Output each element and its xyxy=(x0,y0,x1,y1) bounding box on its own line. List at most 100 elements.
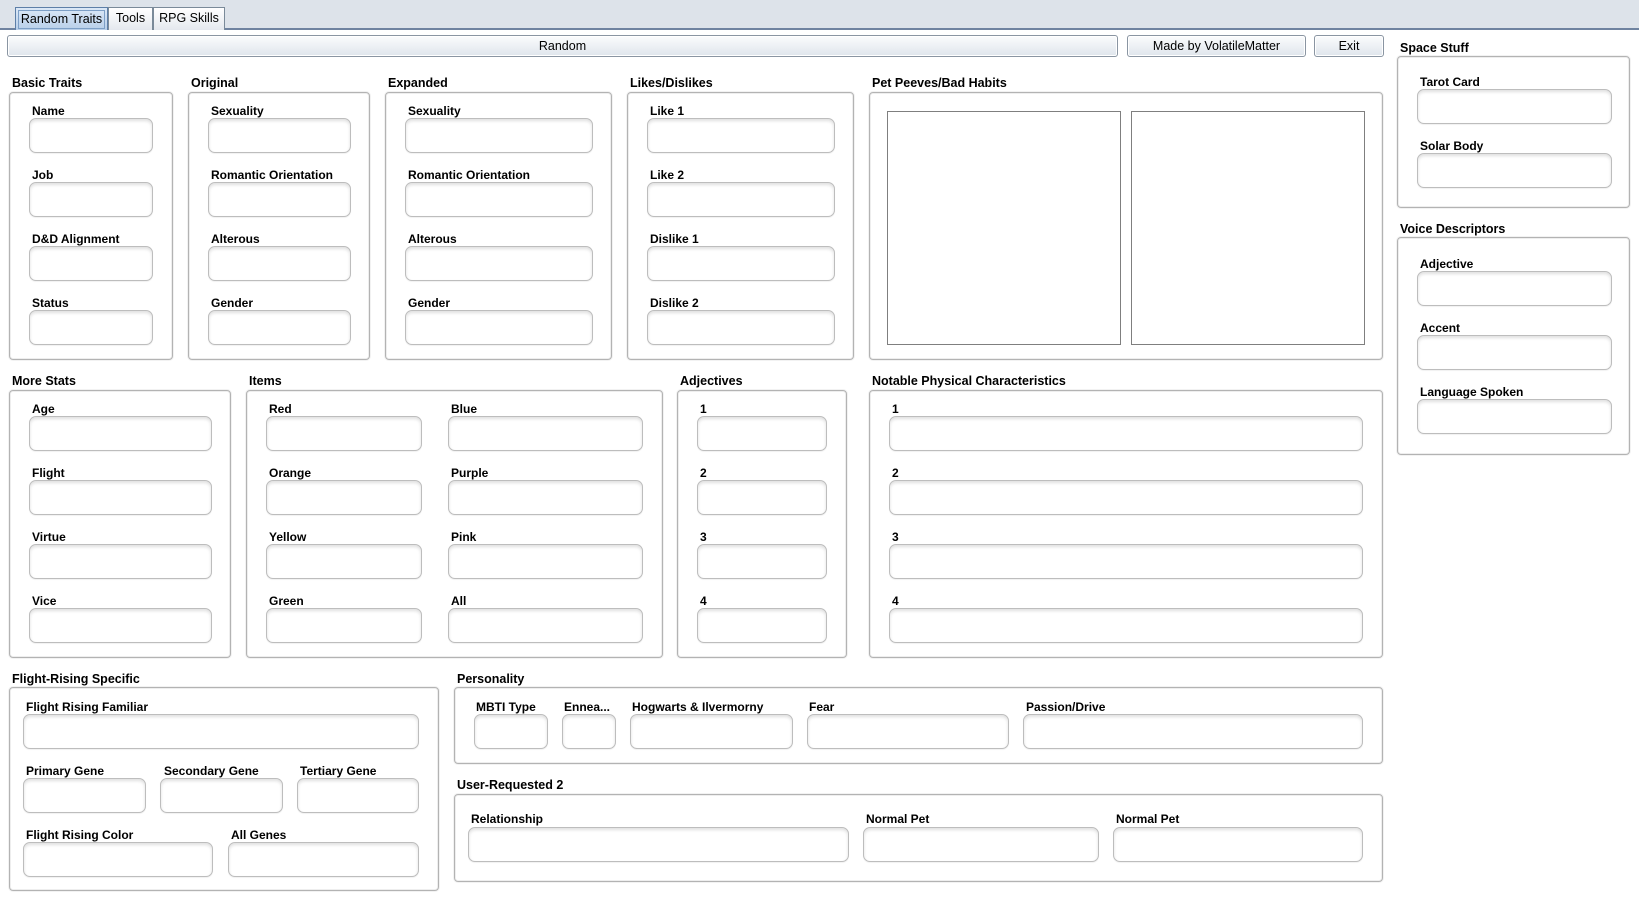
field-label-expanded-gender: Gender xyxy=(408,296,451,310)
relationship-field[interactable] xyxy=(468,827,849,862)
tarot-card-field[interactable] xyxy=(1417,89,1612,124)
field-label-tertiary-gene: Tertiary Gene xyxy=(300,764,377,778)
tertiary-gene-field[interactable] xyxy=(297,778,419,813)
green-item-field[interactable] xyxy=(266,608,422,643)
group-title-basic-traits: Basic Traits xyxy=(12,76,83,90)
passion-field[interactable] xyxy=(1023,714,1363,749)
all-genes-field[interactable] xyxy=(228,842,419,877)
tab-tools[interactable]: Tools xyxy=(108,7,153,30)
field-label-fr-familiar: Flight Rising Familiar xyxy=(26,700,149,714)
adjective-1-field[interactable] xyxy=(697,416,827,451)
field-label-original-romantic: Romantic Orientation xyxy=(211,168,334,182)
random-button[interactable]: Random xyxy=(7,35,1118,57)
original-gender-field[interactable] xyxy=(208,310,351,345)
field-label-relationship: Relationship xyxy=(471,812,544,826)
field-label-adjective-3: 3 xyxy=(700,530,707,544)
like-2-field[interactable] xyxy=(647,182,835,217)
field-label-primary-gene: Primary Gene xyxy=(26,764,105,778)
primary-gene-field[interactable] xyxy=(23,778,146,813)
group-title-items: Items xyxy=(249,374,282,388)
bad-habits-text-area[interactable] xyxy=(1131,111,1365,345)
original-romantic-field[interactable] xyxy=(208,182,351,217)
secondary-gene-field[interactable] xyxy=(160,778,283,813)
field-label-all-genes: All Genes xyxy=(231,828,287,842)
all-items-field[interactable] xyxy=(448,608,643,643)
group-title-original: Original xyxy=(191,76,239,90)
name-field[interactable] xyxy=(29,118,153,153)
adjective-4-field[interactable] xyxy=(697,608,827,643)
field-label-secondary-gene: Secondary Gene xyxy=(164,764,259,778)
adjective-3-field[interactable] xyxy=(697,544,827,579)
normal-pet-1-field[interactable] xyxy=(863,827,1099,862)
original-sexuality-field[interactable] xyxy=(208,118,351,153)
field-label-name: Name xyxy=(32,104,65,118)
field-label-job: Job xyxy=(32,168,54,182)
group-title-expanded: Expanded xyxy=(388,76,448,90)
field-label-flight: Flight xyxy=(32,466,65,480)
original-alterous-field[interactable] xyxy=(208,246,351,281)
red-item-field[interactable] xyxy=(266,416,422,451)
mbti-field[interactable] xyxy=(474,714,548,749)
field-label-tarot-card: Tarot Card xyxy=(1420,75,1480,89)
pet-peeves-text-area[interactable] xyxy=(887,111,1121,345)
tab-label: RPG Skills xyxy=(159,11,219,25)
group-title-physical: Notable Physical Characteristics xyxy=(872,374,1066,388)
expanded-gender-field[interactable] xyxy=(405,310,593,345)
hogwarts-field[interactable] xyxy=(630,714,793,749)
tab-random-traits[interactable]: Random Traits xyxy=(15,7,108,30)
physical-4-field[interactable] xyxy=(889,608,1363,643)
adjective-2-field[interactable] xyxy=(697,480,827,515)
group-title-personality: Personality xyxy=(457,672,525,686)
dislike-2-field[interactable] xyxy=(647,310,835,345)
normal-pet-2-field[interactable] xyxy=(1113,827,1363,862)
expanded-romantic-field[interactable] xyxy=(405,182,593,217)
like-1-field[interactable] xyxy=(647,118,835,153)
accent-field[interactable] xyxy=(1417,335,1612,370)
expanded-sexuality-field[interactable] xyxy=(405,118,593,153)
fear-field[interactable] xyxy=(807,714,1009,749)
group-title-likes: Likes/Dislikes xyxy=(630,76,713,90)
blue-item-field[interactable] xyxy=(448,416,643,451)
physical-3-field[interactable] xyxy=(889,544,1363,579)
field-label-dislike-1: Dislike 1 xyxy=(650,232,699,246)
vice-field[interactable] xyxy=(29,608,212,643)
tab-rpg-skills[interactable]: RPG Skills xyxy=(153,7,225,30)
made-by-button[interactable]: Made by VolatileMatter xyxy=(1127,35,1306,57)
field-label-hogwarts: Hogwarts & Ilvermorny xyxy=(632,700,764,714)
dislike-1-field[interactable] xyxy=(647,246,835,281)
fr-familiar-field[interactable] xyxy=(23,714,419,749)
yellow-item-field[interactable] xyxy=(266,544,422,579)
pink-item-field[interactable] xyxy=(448,544,643,579)
field-label-red: Red xyxy=(269,402,292,416)
field-label-like-1: Like 1 xyxy=(650,104,685,118)
job-field[interactable] xyxy=(29,182,153,217)
field-label-physical-3: 3 xyxy=(892,530,899,544)
virtue-field[interactable] xyxy=(29,544,212,579)
purple-item-field[interactable] xyxy=(448,480,643,515)
field-label-passion: Passion/Drive xyxy=(1026,700,1106,714)
orange-item-field[interactable] xyxy=(266,480,422,515)
alignment-field[interactable] xyxy=(29,246,153,281)
flight-field[interactable] xyxy=(29,480,212,515)
field-label-physical-4: 4 xyxy=(892,594,899,608)
field-label-green: Green xyxy=(269,594,304,608)
group-title-adjectives: Adjectives xyxy=(680,374,743,388)
field-label-dislike-2: Dislike 2 xyxy=(650,296,699,310)
fr-color-field[interactable] xyxy=(23,842,213,877)
enneagram-field[interactable] xyxy=(562,714,616,749)
field-label-adjective-1: 1 xyxy=(700,402,707,416)
tab-label: Random Traits xyxy=(18,10,105,29)
field-label-normal-pet-2: Normal Pet xyxy=(1116,812,1180,826)
physical-1-field[interactable] xyxy=(889,416,1363,451)
status-field[interactable] xyxy=(29,310,153,345)
exit-button[interactable]: Exit xyxy=(1314,35,1384,57)
age-field[interactable] xyxy=(29,416,212,451)
group-title-more-stats: More Stats xyxy=(12,374,76,388)
field-label-vice: Vice xyxy=(32,594,57,608)
language-field[interactable] xyxy=(1417,399,1612,434)
tab-bar: Random Traits Tools RPG Skills xyxy=(0,0,1639,30)
expanded-alterous-field[interactable] xyxy=(405,246,593,281)
physical-2-field[interactable] xyxy=(889,480,1363,515)
solar-body-field[interactable] xyxy=(1417,153,1612,188)
voice-adjective-field[interactable] xyxy=(1417,271,1612,306)
